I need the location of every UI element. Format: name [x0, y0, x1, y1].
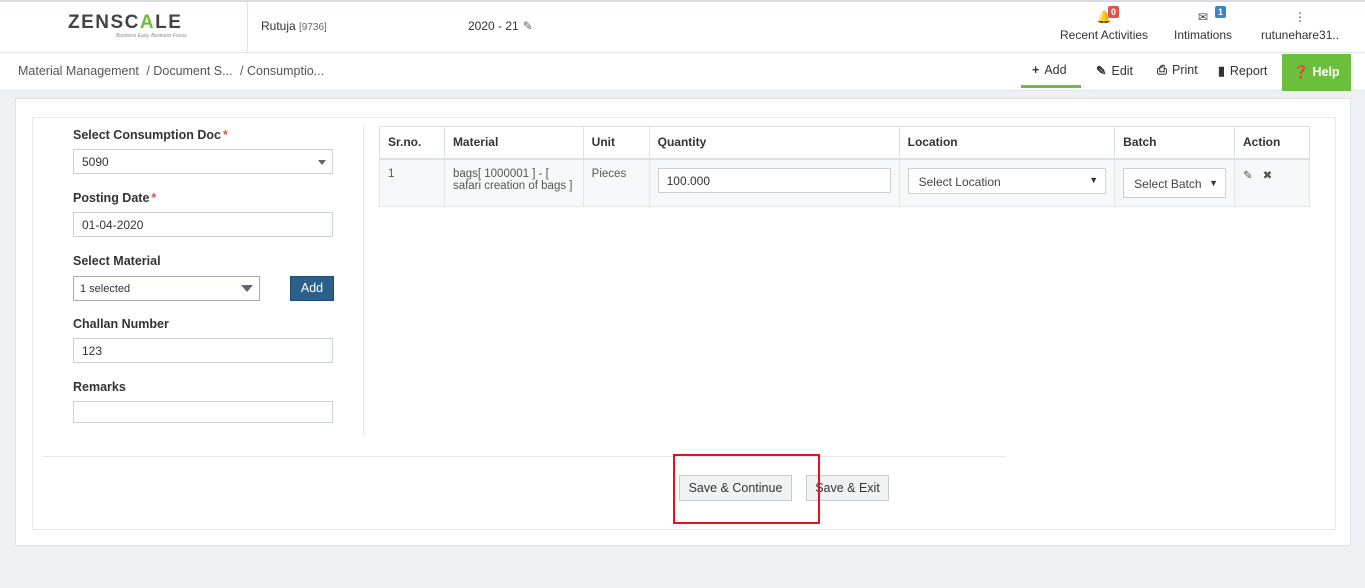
col-location: Location — [898, 126, 1116, 160]
bell-icon: 🔔 0 — [1060, 6, 1148, 28]
highlight-box — [673, 454, 820, 524]
envelope-icon: ✉ 1 — [1174, 6, 1232, 28]
table-row: 1 bags[ 1000001 ] - [ safari creation of… — [379, 158, 1310, 207]
intimations-count-badge: 1 — [1215, 6, 1227, 18]
form-panel: Select Consumption Doc * 5090 Posting Dat… — [32, 117, 1336, 530]
plus-icon: + — [1032, 63, 1040, 77]
posting-date-label: Posting Date * — [73, 191, 157, 205]
challan-number-label: Challan Number — [73, 317, 169, 331]
edit-action[interactable]: ✎ Edit — [1096, 63, 1133, 78]
zenscale-logo[interactable]: ZENSCALE Business Easy. Business Focus. — [68, 12, 188, 39]
consumption-doc-select[interactable]: 5090 — [73, 149, 333, 174]
help-button[interactable]: ❓ Help — [1282, 54, 1351, 91]
caret-down-icon — [241, 285, 253, 292]
active-tab-indicator — [1021, 85, 1081, 88]
edit-icon: ✎ — [1096, 64, 1107, 78]
remarks-input[interactable] — [73, 401, 333, 423]
add-action[interactable]: + Add — [1032, 63, 1067, 77]
printer-icon: ⎙ — [1157, 63, 1168, 77]
print-action[interactable]: ⎙ Print — [1157, 63, 1198, 78]
cell-unit: Pieces — [582, 158, 650, 207]
file-icon: ▮ — [1218, 64, 1225, 78]
add-material-button[interactable]: Add — [290, 276, 334, 301]
col-batch: Batch — [1114, 126, 1235, 160]
caret-down-icon: ▼ — [1089, 174, 1099, 185]
location-select[interactable]: Select Location ▼ — [907, 167, 1107, 194]
edit-row-icon[interactable]: ✎ — [1243, 170, 1253, 182]
breadcrumb-consumption: / Consumptio... — [240, 64, 325, 78]
col-quantity: Quantity — [648, 126, 900, 160]
col-unit: Unit — [582, 126, 650, 160]
top-header: ZENSCALE Business Easy. Business Focus. … — [0, 0, 1365, 54]
breadcrumb: Material Management / Document S... / Co… — [18, 64, 328, 78]
consumption-doc-label: Select Consumption Doc * — [73, 128, 228, 142]
edit-year-icon[interactable]: ✎ — [523, 19, 533, 33]
breadcrumb-material-management[interactable]: Material Management — [18, 64, 139, 78]
posting-date-input[interactable]: 01-04-2020 — [73, 212, 333, 237]
question-icon: ❓ — [1293, 65, 1309, 79]
cell-srno: 1 — [379, 158, 445, 207]
current-user: Rutuja [9736] — [261, 19, 327, 33]
delete-row-icon[interactable]: ✖ — [1263, 170, 1273, 182]
financial-year[interactable]: 2020 - 21 ✎ — [468, 19, 533, 33]
recent-activities[interactable]: 🔔 0 Recent Activities — [1060, 6, 1148, 42]
material-table: Sr.no. Material Unit Quantity Location B… — [379, 126, 1310, 207]
more-vertical-icon: ⋮ — [1294, 10, 1307, 24]
breadcrumb-bar: Material Management / Document S... / Co… — [0, 53, 1365, 91]
intimations[interactable]: ✉ 1 Intimations — [1174, 6, 1232, 42]
table-header-row: Sr.no. Material Unit Quantity Location B… — [379, 126, 1310, 160]
material-multiselect[interactable]: 1 selected — [73, 276, 260, 301]
cell-material: bags[ 1000001 ] - [ safari creation of b… — [443, 158, 584, 207]
challan-number-input[interactable]: 123 — [73, 338, 333, 363]
select-material-label: Select Material — [73, 254, 161, 268]
col-srno: Sr.no. — [379, 126, 445, 160]
quantity-input[interactable]: 100.000 — [657, 167, 891, 193]
column-divider — [363, 126, 364, 436]
logo-tagline: Business Easy. Business Focus. — [116, 33, 188, 39]
col-action: Action — [1234, 126, 1310, 160]
breadcrumb-document[interactable]: / Document S... — [146, 64, 232, 78]
caret-down-icon: ▼ — [1209, 177, 1218, 188]
account-menu[interactable]: ⋮ rutunehare31.. — [1261, 10, 1339, 42]
main-card: Select Consumption Doc * 5090 Posting Dat… — [15, 98, 1351, 546]
batch-select[interactable]: Select Batch ▼ — [1123, 167, 1226, 198]
remarks-label: Remarks — [73, 380, 126, 394]
col-material: Material — [443, 126, 584, 160]
chevron-down-icon — [318, 160, 326, 165]
header-divider — [247, 2, 248, 54]
report-action[interactable]: ▮ Report — [1218, 63, 1267, 78]
footer-divider — [43, 456, 1006, 457]
activities-count-badge: 0 — [1108, 6, 1120, 18]
